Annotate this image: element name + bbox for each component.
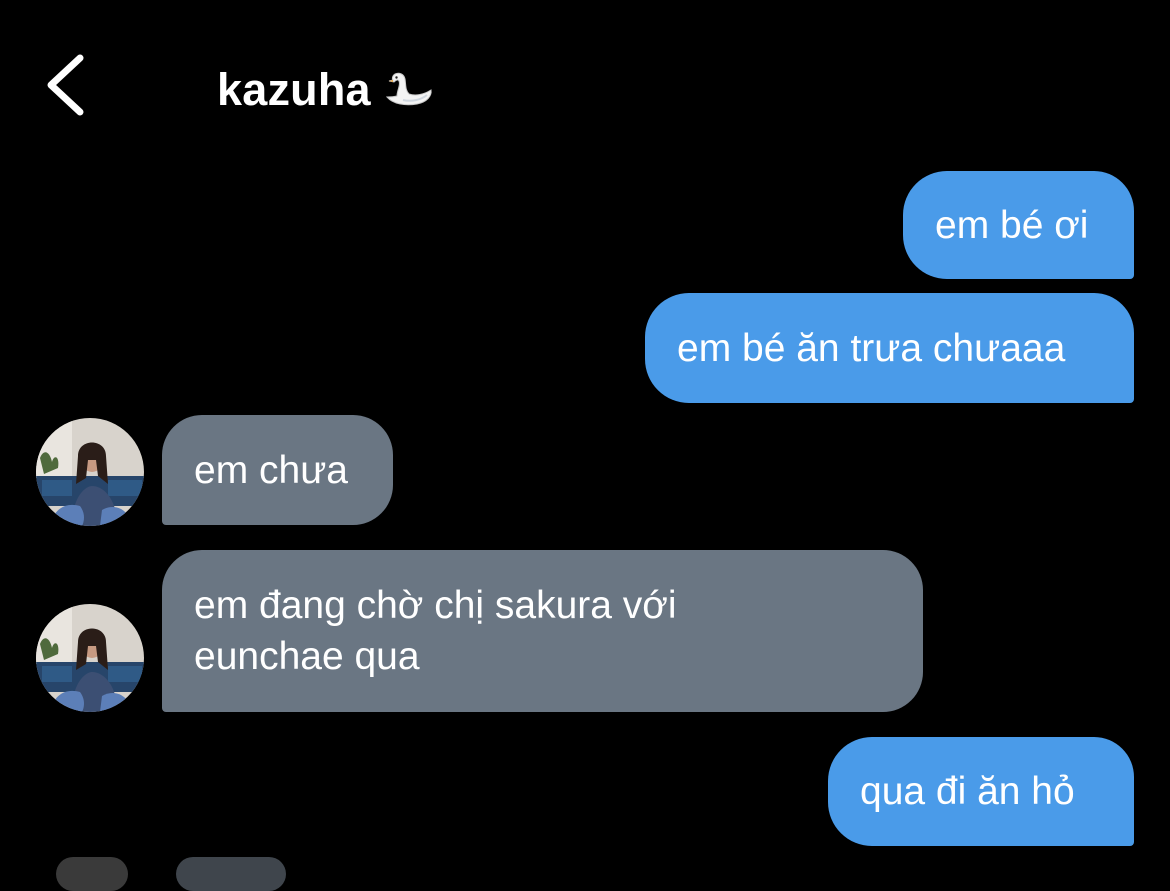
back-button[interactable] xyxy=(40,52,96,118)
message-bubble-outgoing[interactable]: qua đi ăn hỏ xyxy=(828,737,1134,846)
avatar[interactable] xyxy=(36,604,144,712)
message-text: em bé ơi xyxy=(935,203,1089,247)
chat-header-title[interactable]: kazuha xyxy=(217,60,435,120)
avatar[interactable] xyxy=(36,418,144,526)
message-text-line: eunchae qua xyxy=(194,635,420,678)
message-bubble-outgoing[interactable]: em bé ơi xyxy=(903,171,1134,279)
message-text: em chưa xyxy=(194,448,349,492)
swan-icon xyxy=(385,72,432,106)
message-text: qua đi ăn hỏ xyxy=(860,770,1075,813)
message-text-line: em đang chờ chị sakura với xyxy=(194,584,677,627)
message-bubble-incoming[interactable]: em đang chờ chị sakura với eunchae qua xyxy=(162,550,923,712)
next-avatar-peek xyxy=(56,857,128,891)
message-bubble-incoming[interactable]: em chưa xyxy=(162,415,393,525)
next-bubble-peek xyxy=(176,857,286,891)
message-bubble-outgoing[interactable]: em bé ăn trưa chưaaa xyxy=(645,293,1134,403)
avatar-photo xyxy=(36,604,144,712)
avatar-photo xyxy=(36,418,144,526)
chevron-left-icon xyxy=(47,54,84,116)
message-text: em bé ăn trưa chưaaa xyxy=(677,326,1066,370)
contact-name: kazuha xyxy=(217,64,371,115)
